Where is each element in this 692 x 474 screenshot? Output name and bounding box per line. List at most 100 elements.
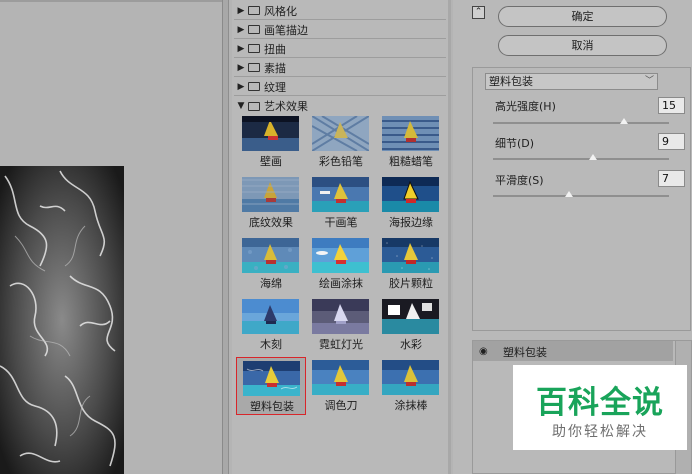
thumb-label: 底纹效果 bbox=[249, 216, 293, 229]
folder-label: 画笔描边 bbox=[264, 23, 308, 37]
slider-track-smoothness[interactable] bbox=[493, 195, 669, 197]
param-input-highlight[interactable]: 15 bbox=[658, 97, 685, 114]
folder-icon bbox=[248, 6, 260, 15]
filter-gallery-dialog: ▶ 风格化 ▶ 画笔描边 ▶ 扭曲 ▶ 素描 ▶ 纹理 ▼ 艺术效果 壁画 彩色… bbox=[0, 0, 692, 474]
folder-label: 纹理 bbox=[264, 80, 286, 94]
thumb-image bbox=[242, 177, 299, 212]
param-input-detail[interactable]: 9 bbox=[658, 133, 685, 150]
slider-track-detail[interactable] bbox=[493, 158, 669, 160]
thumb-label: 调色刀 bbox=[324, 399, 358, 412]
collapse-icon: ⌃ bbox=[474, 7, 483, 17]
param-label-smoothness: 平滑度(S) bbox=[495, 174, 544, 187]
expand-arrow-icon: ▶ bbox=[237, 24, 245, 35]
thumb-label: 粗糙蜡笔 bbox=[389, 155, 433, 168]
expand-arrow-icon: ▶ bbox=[237, 5, 245, 16]
filter-thumb-palette-knife[interactable]: 调色刀 bbox=[306, 357, 376, 415]
gallery-scrollbar[interactable] bbox=[448, 0, 451, 474]
chevron-down-icon: ﹀ bbox=[644, 76, 654, 86]
thumb-label: 海报边缘 bbox=[389, 216, 433, 229]
thumb-label: 壁画 bbox=[260, 155, 282, 168]
filter-gallery-list: ▶ 风格化 ▶ 画笔描边 ▶ 扭曲 ▶ 素描 ▶ 纹理 ▼ 艺术效果 壁画 彩色… bbox=[232, 0, 451, 474]
thumb-image bbox=[312, 299, 369, 334]
folder-distort[interactable]: ▶ 扭曲 bbox=[234, 40, 446, 58]
folder-stylize[interactable]: ▶ 风格化 bbox=[234, 2, 446, 20]
ok-button[interactable]: 确定 bbox=[498, 6, 667, 27]
filter-thumb-sponge[interactable]: 海绵 bbox=[236, 235, 306, 293]
thumb-image bbox=[243, 361, 300, 396]
folder-sketch[interactable]: ▶ 素描 bbox=[234, 59, 446, 77]
watermark-title: 百科全说 bbox=[536, 385, 664, 421]
folder-label: 扭曲 bbox=[264, 42, 286, 56]
thumb-label: 木刻 bbox=[260, 338, 282, 351]
filter-settings: 塑料包装 ﹀ 高光强度(H) 15 细节(D) 9 平滑度(S) 7 bbox=[472, 67, 691, 331]
thumb-image bbox=[312, 238, 369, 273]
filter-thumb-poster-edges[interactable]: 海报边缘 bbox=[376, 174, 446, 232]
filter-thumb-plastic-wrap[interactable]: 塑料包装 bbox=[236, 357, 306, 415]
expand-arrow-icon: ▶ bbox=[237, 43, 245, 54]
preview-image[interactable] bbox=[0, 166, 124, 474]
thumb-image bbox=[312, 177, 369, 212]
slider-knob-smoothness[interactable] bbox=[565, 191, 573, 197]
filter-select-value: 塑料包装 bbox=[489, 75, 533, 88]
thumb-label: 水彩 bbox=[400, 338, 422, 351]
thumb-image bbox=[312, 116, 369, 151]
thumb-label: 胶片颗粒 bbox=[389, 277, 433, 290]
folder-label: 艺术效果 bbox=[264, 100, 308, 113]
param-label-highlight: 高光强度(H) bbox=[495, 100, 556, 113]
filter-thumb-film-grain[interactable]: 胶片颗粒 bbox=[376, 235, 446, 293]
slider-track-highlight[interactable] bbox=[493, 122, 669, 124]
thumb-label: 霓虹灯光 bbox=[319, 338, 363, 351]
folder-label: 风格化 bbox=[264, 4, 297, 18]
slider-knob-detail[interactable] bbox=[589, 154, 597, 160]
thumb-label: 干画笔 bbox=[324, 216, 358, 229]
folder-open-icon bbox=[248, 101, 260, 111]
cancel-button[interactable]: 取消 bbox=[498, 35, 667, 56]
filter-thumb-smudge-stick[interactable]: 涂抹棒 bbox=[376, 357, 446, 415]
watermark-logo: 百科全说 助你轻松解决 bbox=[513, 365, 687, 450]
thumb-image bbox=[382, 238, 439, 273]
collapse-gallery-button[interactable]: ⌃ bbox=[472, 6, 485, 19]
filter-thumb-watercolor[interactable]: 水彩 bbox=[376, 296, 446, 354]
folder-brush-strokes[interactable]: ▶ 画笔描边 bbox=[234, 21, 446, 39]
thumb-label: 彩色铅笔 bbox=[319, 155, 363, 168]
preview-panel bbox=[0, 0, 229, 474]
slider-knob-highlight[interactable] bbox=[620, 118, 628, 124]
thumb-image bbox=[242, 116, 299, 151]
folder-icon bbox=[248, 44, 260, 53]
filter-select-dropdown[interactable]: 塑料包装 ﹀ bbox=[485, 73, 658, 90]
filter-thumb-underpainting[interactable]: 底纹效果 bbox=[236, 174, 306, 232]
folder-texture[interactable]: ▶ 纹理 bbox=[234, 78, 446, 96]
folder-icon bbox=[248, 63, 260, 72]
thumb-label: 绘画涂抹 bbox=[319, 277, 363, 290]
expand-arrow-icon: ▶ bbox=[237, 81, 245, 92]
thumb-label: 涂抹棒 bbox=[394, 399, 428, 412]
watermark-subtitle: 助你轻松解决 bbox=[552, 424, 648, 440]
collapse-arrow-icon: ▼ bbox=[237, 101, 245, 111]
thumb-image bbox=[382, 299, 439, 334]
filter-thumb-neon-glow[interactable]: 霓虹灯光 bbox=[306, 296, 376, 354]
effect-layer-row[interactable]: ◉ 塑料包装 bbox=[473, 341, 673, 361]
preview-border bbox=[0, 0, 222, 2]
param-input-smoothness[interactable]: 7 bbox=[658, 170, 685, 187]
folder-icon bbox=[248, 82, 260, 91]
filter-thumb-dry-brush[interactable]: 干画笔 bbox=[306, 174, 376, 232]
thumb-label: 塑料包装 bbox=[250, 400, 294, 413]
thumb-image bbox=[382, 360, 439, 395]
thumb-image bbox=[312, 360, 369, 395]
thumb-image bbox=[382, 116, 439, 151]
filter-thumb-rough-pastels[interactable]: 粗糙蜡笔 bbox=[376, 113, 446, 171]
folder-label: 素描 bbox=[264, 61, 286, 75]
expand-arrow-icon: ▶ bbox=[237, 62, 245, 73]
folder-icon bbox=[248, 25, 260, 34]
filter-thumb-fresco[interactable]: 壁画 bbox=[236, 113, 306, 171]
eye-icon[interactable]: ◉ bbox=[479, 346, 488, 357]
preview-scrollbar[interactable] bbox=[222, 0, 228, 474]
options-panel: ⌃ 确定 取消 塑料包装 ﹀ 高光强度(H) 15 细节(D) 9 平滑度(S)… bbox=[453, 0, 692, 474]
filter-thumb-colored-pencil[interactable]: 彩色铅笔 bbox=[306, 113, 376, 171]
param-label-detail: 细节(D) bbox=[495, 137, 535, 150]
filter-thumb-paint-daubs[interactable]: 绘画涂抹 bbox=[306, 235, 376, 293]
filter-thumb-cutout[interactable]: 木刻 bbox=[236, 296, 306, 354]
effect-layers-panel: ◉ 塑料包装 百科全说 助你轻松解决 bbox=[472, 340, 692, 474]
thumb-label: 海绵 bbox=[260, 277, 282, 290]
effect-layer-name: 塑料包装 bbox=[503, 346, 547, 359]
